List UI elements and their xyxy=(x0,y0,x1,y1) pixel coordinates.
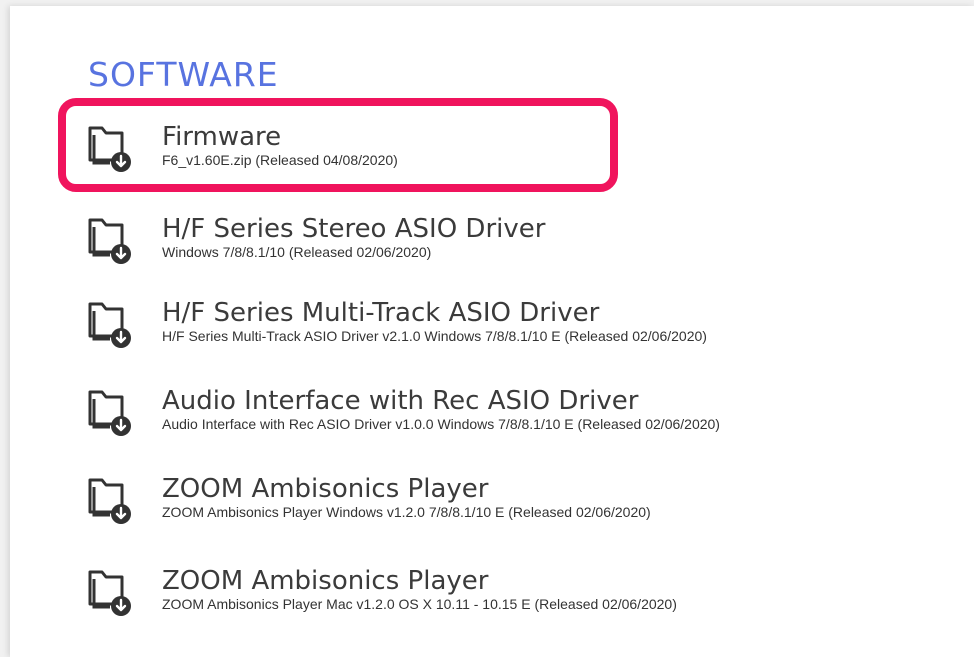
item-title[interactable]: H/F Series Multi-Track ASIO Driver xyxy=(162,298,707,328)
folder-download-icon xyxy=(88,298,132,350)
item-title[interactable]: H/F Series Stereo ASIO Driver xyxy=(162,214,545,244)
list-item-stereo-asio-driver[interactable]: H/F Series Stereo ASIO Driver Windows 7/… xyxy=(88,214,948,274)
list-item-multitrack-asio-driver[interactable]: H/F Series Multi-Track ASIO Driver H/F S… xyxy=(88,298,948,358)
list-item-audio-interface-driver[interactable]: Audio Interface with Rec ASIO Driver Aud… xyxy=(88,386,948,446)
item-subtitle: H/F Series Multi-Track ASIO Driver v2.1.… xyxy=(162,328,707,344)
item-text: H/F Series Multi-Track ASIO Driver H/F S… xyxy=(162,298,707,344)
folder-download-icon xyxy=(88,214,132,266)
highlight-box xyxy=(58,98,618,192)
item-subtitle: ZOOM Ambisonics Player Mac v1.2.0 OS X 1… xyxy=(162,596,677,612)
software-page: SOFTWARE Firmware F6_v1.60E.zip (Release… xyxy=(10,6,974,657)
section-title: SOFTWARE xyxy=(88,55,279,94)
folder-download-icon xyxy=(88,386,132,438)
item-text: ZOOM Ambisonics Player ZOOM Ambisonics P… xyxy=(162,474,651,520)
list-item-ambisonics-player-windows[interactable]: ZOOM Ambisonics Player ZOOM Ambisonics P… xyxy=(88,474,948,534)
list-item-ambisonics-player-mac[interactable]: ZOOM Ambisonics Player ZOOM Ambisonics P… xyxy=(88,566,948,626)
item-subtitle: ZOOM Ambisonics Player Windows v1.2.0 7/… xyxy=(162,504,651,520)
item-subtitle: Audio Interface with Rec ASIO Driver v1.… xyxy=(162,416,720,432)
item-text: ZOOM Ambisonics Player ZOOM Ambisonics P… xyxy=(162,566,677,612)
item-text: Audio Interface with Rec ASIO Driver Aud… xyxy=(162,386,720,432)
item-subtitle: Windows 7/8/8.1/10 (Released 02/06/2020) xyxy=(162,244,432,260)
folder-download-icon xyxy=(88,566,132,618)
item-title[interactable]: Audio Interface with Rec ASIO Driver xyxy=(162,386,720,416)
item-text: H/F Series Stereo ASIO Driver Windows 7/… xyxy=(162,214,545,260)
item-title[interactable]: ZOOM Ambisonics Player xyxy=(162,566,677,596)
folder-download-icon xyxy=(88,474,132,526)
item-title[interactable]: ZOOM Ambisonics Player xyxy=(162,474,651,504)
